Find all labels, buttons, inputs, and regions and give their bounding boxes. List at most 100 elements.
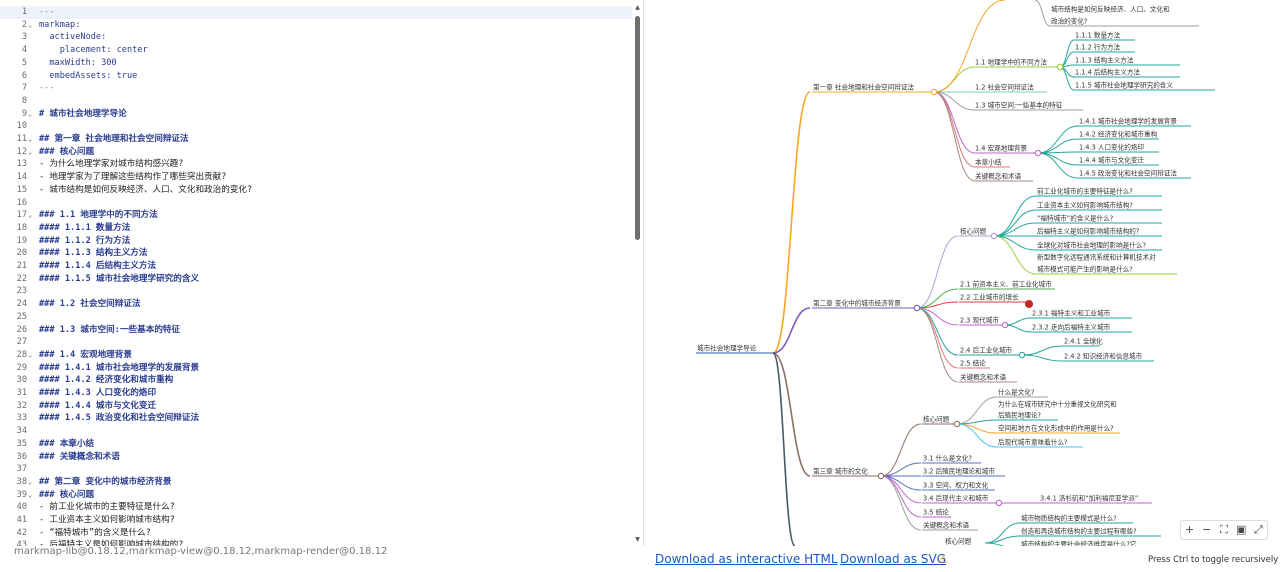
editor-line[interactable]: 8 [0, 95, 632, 108]
editor-line[interactable]: 43 - 后福特主义是如何影响城市结构的? [0, 539, 632, 546]
mindmap-node-label[interactable]: 工业资本主义如何影响城市结构? [1037, 201, 1133, 210]
mindmap-node-label[interactable]: 3.3 空间、权力和文化 [923, 481, 989, 490]
fold-chevron-icon[interactable]: ⌄ [28, 108, 36, 121]
editor-line[interactable]: 40 - 前工业化城市的主要特征是什么? [0, 501, 632, 514]
mindmap-node-label[interactable]: 1.1.1 数量方法 [1075, 31, 1121, 40]
scroll-up-icon[interactable]: ▲ [633, 4, 642, 11]
fold-toggle-icon[interactable] [1001, 321, 1009, 329]
mindmap-node-label[interactable]: 1.3 城市空间:一些基本的特征 [975, 101, 1063, 110]
editor-line[interactable]: 33 #### 1.4.5 政治变化和社会空间辩证法 [0, 412, 632, 425]
fold-chevron-icon[interactable]: ⌄ [28, 209, 36, 222]
mindmap-node-label[interactable]: 2.3 现代城市 [960, 316, 999, 325]
editor-line[interactable]: 24 ### 1.2 社会空间辩证法 [0, 298, 632, 311]
download-svg-link[interactable]: Download as SVG [840, 552, 946, 566]
mindmap-node-label[interactable]: 城市物质结构的主要模式是什么? [1021, 514, 1117, 523]
fold-chevron-icon[interactable]: ⌄ [28, 476, 36, 489]
editor-line[interactable]: 19 #### 1.1.2 行为方法 [0, 235, 632, 248]
editor-line[interactable]: 16 [0, 197, 632, 210]
editor-line[interactable]: 5 maxWidth: 300 [0, 57, 632, 70]
mindmap-node-label[interactable]: 前工业化城市的主要特征是什么? [1037, 187, 1133, 196]
mindmap-node-label[interactable]: 2.4.2 知识经济和信息城市 [1064, 352, 1143, 361]
editor-line[interactable]: 9 ⌄ # 城市社会地理学导论 [0, 108, 632, 121]
mindmap-node-label[interactable]: 本章小结 [975, 158, 1002, 167]
mindmap-node-label[interactable]: 3.4 后现代主义和城市 [923, 494, 989, 503]
fold-toggle-icon[interactable] [913, 304, 921, 312]
fold-chevron-icon[interactable]: ⌄ [28, 133, 36, 146]
editor-line[interactable]: 15 - 城市结构是如何反映经济、人口、文化和政治的变化? [0, 184, 632, 197]
fold-toggle-icon[interactable] [1018, 351, 1026, 359]
mindmap-node-label[interactable]: 1.1.4 后结构主义方法 [1075, 68, 1140, 77]
mindmap-node-label[interactable]: 什么是文化? [998, 388, 1035, 397]
editor-line[interactable]: 4 placement: center [0, 44, 632, 57]
fullscreen-button[interactable]: ⤢ [1250, 521, 1266, 539]
mindmap-node-label[interactable]: 关键概念和术语 [975, 172, 1022, 181]
mindmap-node-label[interactable]: 第一章 社会地理和社会空间辩证法 [813, 83, 914, 92]
fold-chevron-icon[interactable]: ⌄ [28, 19, 36, 32]
mindmap-node-label[interactable]: 全球化对城市社会地理的影响是什么? [1037, 241, 1146, 250]
editor-line[interactable]: 34 [0, 425, 632, 438]
mindmap-node-label[interactable]: 2.2 工业城市的增长 [960, 293, 1019, 302]
mindmap-node-label[interactable]: 3.4.1 洛杉矶和“加利福尼亚学派” [1040, 494, 1138, 503]
mindmap-node-label[interactable]: 1.1.2 行为方法 [1075, 43, 1121, 52]
download-html-link[interactable]: Download as interactive HTML [655, 552, 838, 566]
mindmap-node-label[interactable]: 3.5 结论 [923, 508, 949, 517]
mindmap-node-label[interactable]: 核心问题 [945, 537, 972, 546]
editor-line[interactable]: 28 ⌄ ### 1.4 宏观地理背景 [0, 349, 632, 362]
mindmap-node-label[interactable]: 3.1 什么是文化? [923, 454, 973, 463]
editor-line[interactable]: 26 ### 1.3 城市空间:一些基本的特征 [0, 324, 632, 337]
mindmap-node-label[interactable]: 1.1.3 结构主义方法 [1075, 56, 1134, 65]
mindmap-svg[interactable]: 城市社会地理学导论 第一章 社会地理和社会空间辩证法 1.1 地理学中的不同方法 1.… [645, 0, 1280, 546]
mindmap-node-label[interactable]: 3.2 后殖民地理论和城市 [923, 467, 995, 476]
editor-line[interactable]: 30 #### 1.4.2 经济变化和城市重构 [0, 374, 632, 387]
editor-line[interactable]: 12 ⌄ ### 核心问题 [0, 146, 632, 159]
fold-toggle-icon[interactable] [930, 88, 938, 96]
editor-scrollbar[interactable] [635, 16, 640, 240]
editor-line[interactable]: 11 ⌄ ## 第一章 社会地理和社会空间辩证法 [0, 133, 632, 146]
editor-line[interactable]: 3 activeNode: [0, 31, 632, 44]
fold-toggle-icon[interactable] [1034, 149, 1042, 157]
mindmap-node-label[interactable]: 后现代城市意味着什么? [998, 438, 1068, 447]
editor-line[interactable]: 29 #### 1.4.1 城市社会地理学的发展背景 [0, 362, 632, 375]
mindmap-node-label[interactable]: 城市结构是如何反映经济、人口、文化和 [1051, 5, 1170, 14]
mindmap-node-label[interactable]: 1.4 宏观地理背景 [975, 144, 1028, 153]
mindmap-node-label[interactable]: 新型数字化远程通讯系统和计算机技术对 [1037, 253, 1156, 262]
mindmap-node-label[interactable]: 第二章 变化中的城市经济背景 [813, 299, 901, 308]
mindmap-root-label[interactable]: 城市社会地理学导论 [697, 344, 757, 353]
editor-line[interactable]: 41 - 工业资本主义如何影响城市结构? [0, 514, 632, 527]
mindmap-node-label[interactable]: 1.1.5 城市社会地理学研究的含义 [1075, 81, 1173, 90]
editor-line[interactable]: 20 #### 1.1.3 结构主义方法 [0, 247, 632, 260]
mindmap-node-label[interactable]: 2.3.2 走向后福特主义城市 [1032, 323, 1111, 332]
editor-line[interactable]: 14 - 地理学家为了理解这些结构作了哪些突出贡献? [0, 171, 632, 184]
editor-line[interactable]: 32 #### 1.4.4 城市与文化变迁 [0, 400, 632, 413]
fold-chevron-icon[interactable]: ⌄ [28, 146, 36, 159]
editor-line[interactable]: 42 - “福特城市”的含义是什么? [0, 527, 632, 540]
editor-line[interactable]: 1 --- [0, 6, 632, 19]
fold-toggle-icon[interactable] [1056, 63, 1064, 71]
mindmap-node-label[interactable]: 后殖民地理论? [998, 411, 1042, 420]
toggle-layout-button[interactable]: ▣ [1233, 521, 1249, 539]
mindmap-node-label[interactable]: 创造和再造城市结构的主要过程有哪些? [1021, 527, 1137, 536]
mindmap-node-label[interactable]: 关键概念和术语 [960, 373, 1007, 382]
zoom-in-button[interactable]: + [1182, 521, 1198, 539]
fit-view-button[interactable]: ⛶ [1216, 521, 1232, 539]
fold-toggle-icon[interactable] [995, 499, 1003, 507]
zoom-out-button[interactable]: − [1199, 521, 1215, 539]
mindmap-node-label[interactable]: 1.4.3 人口变化的烙印 [1079, 143, 1144, 152]
mindmap-node-label[interactable]: 政治的变化? [1051, 17, 1088, 26]
mindmap-node-label[interactable]: 2.5 结论 [960, 359, 986, 368]
mindmap-view[interactable]: 城市社会地理学导论 第一章 社会地理和社会空间辩证法 1.1 地理学中的不同方法 1.… [645, 0, 1280, 546]
editor-line[interactable]: 25 [0, 311, 632, 324]
editor-line[interactable]: 35 ### 本章小结 [0, 438, 632, 451]
editor-line[interactable]: 18 #### 1.1.1 数量方法 [0, 222, 632, 235]
editor-line[interactable]: 7 --- [0, 82, 632, 95]
scroll-down-icon[interactable]: ▼ [633, 536, 642, 543]
markdown-editor[interactable]: 1 --- 2 ⌄ markmap: 3 activeNode: 4 placement: … [0, 0, 644, 546]
mindmap-node-label[interactable]: 1.4.5 政治变化和社会空间辩证法 [1079, 169, 1177, 178]
mindmap-node-label[interactable]: 2.4 后工业化城市 [960, 346, 1013, 355]
mindmap-node-label[interactable]: 关键概念和术语 [923, 521, 970, 530]
editor-line[interactable]: 31 #### 1.4.3 人口变化的烙印 [0, 387, 632, 400]
editor-line[interactable]: 22 #### 1.1.5 城市社会地理学研究的含义 [0, 273, 632, 286]
editor-line[interactable]: 17 ⌄ ### 1.1 地理学中的不同方法 [0, 209, 632, 222]
mindmap-node-label[interactable]: 1.4.4 城市与文化变迁 [1079, 156, 1144, 165]
mindmap-node-label[interactable]: 空间和地方在文化形成中的作用是什么? [998, 424, 1114, 433]
